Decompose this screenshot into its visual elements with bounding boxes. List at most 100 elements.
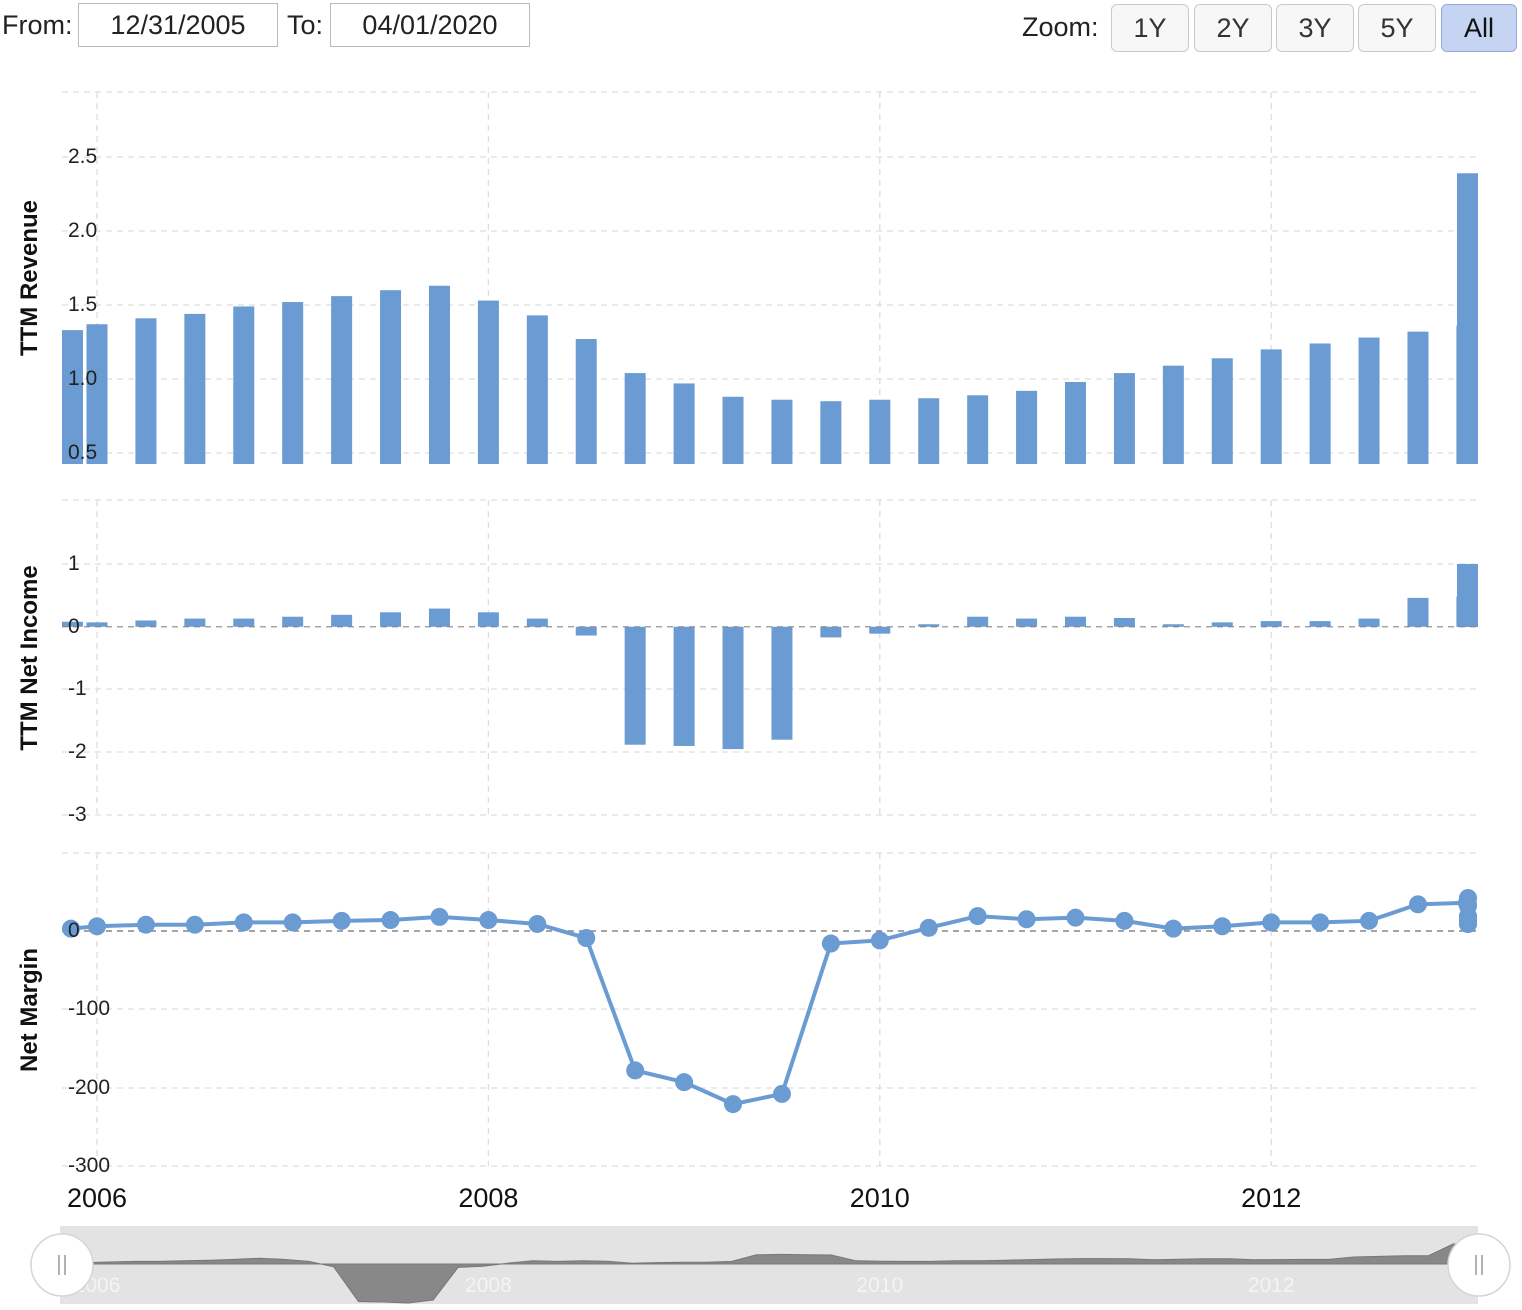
bar <box>380 290 402 464</box>
x-tick-label: 2008 <box>458 1183 518 1213</box>
bar <box>135 318 157 464</box>
bar <box>1162 365 1184 464</box>
bar <box>477 612 499 627</box>
data-point <box>234 913 253 932</box>
handle-circle <box>1447 1233 1511 1297</box>
data-point <box>1213 917 1232 936</box>
bar <box>233 306 255 464</box>
bar <box>869 626 891 634</box>
bar <box>1113 373 1135 464</box>
data-point <box>1311 913 1330 932</box>
bar <box>820 626 842 638</box>
y-axis-title: TTM Revenue <box>16 200 43 356</box>
bar <box>1016 390 1038 464</box>
data-point <box>1360 911 1379 930</box>
bar <box>331 296 353 464</box>
y-tick-label: 0 <box>68 615 80 638</box>
data-point <box>430 907 449 926</box>
handle-circle <box>30 1233 94 1297</box>
navigator[interactable]: 2006200820102012201420162018 <box>30 1226 1522 1304</box>
data-point <box>870 931 889 950</box>
bar <box>1358 337 1380 464</box>
data-point <box>381 911 400 930</box>
bar <box>331 614 353 627</box>
data-point <box>528 914 547 933</box>
bar <box>1457 564 1478 627</box>
y-tick-label: 0.5 <box>68 441 97 464</box>
y-tick-label: 1 <box>68 552 80 575</box>
x-tick-label: 2010 <box>850 1183 910 1213</box>
y-axis-title: Net Margin <box>16 948 43 1072</box>
bar <box>575 626 597 636</box>
data-point <box>332 911 351 930</box>
bar <box>967 395 989 464</box>
data-point <box>626 1061 645 1080</box>
bar <box>1211 358 1233 464</box>
data-point <box>185 915 204 934</box>
bar <box>428 608 450 627</box>
x-tick-label: 2006 <box>67 1183 127 1213</box>
bar <box>477 300 499 464</box>
y-tick-label: 2.0 <box>68 219 97 242</box>
data-point <box>577 929 596 948</box>
bar <box>624 373 646 464</box>
bar <box>1016 618 1038 627</box>
bar <box>86 622 108 627</box>
y-tick-label: 0 <box>68 919 80 942</box>
bar <box>918 398 940 464</box>
bar <box>869 399 891 464</box>
bar <box>1309 621 1331 627</box>
bar <box>1407 597 1429 627</box>
data-point <box>675 1073 694 1092</box>
data-point <box>1017 910 1036 929</box>
bar <box>1211 622 1233 627</box>
y-tick-label: -300 <box>68 1154 110 1177</box>
bar <box>967 616 989 627</box>
y-axis-title: TTM Net Income <box>16 565 43 750</box>
bar <box>135 620 157 627</box>
bar <box>233 618 255 627</box>
bar <box>722 626 744 750</box>
data-point <box>1262 913 1281 932</box>
bar <box>282 302 304 464</box>
x-axis: 20062008201020122014201620182020 <box>67 1183 1301 1213</box>
bar <box>1260 349 1282 464</box>
y-tick-label: -3 <box>68 803 87 826</box>
bar <box>1260 621 1282 627</box>
y-tick-label: 2.5 <box>68 145 97 168</box>
data-point <box>1459 889 1477 908</box>
y-tick-label: -2 <box>68 740 87 763</box>
net-margin-panel: Net Margin 0 -100 -200 -300 <box>16 889 1478 1177</box>
data-point <box>821 934 840 953</box>
financial-chart: TTM Revenue 0.5 1.0 1.5 2.0 2.5 TTM Net Incom… <box>16 91 1522 1304</box>
bar <box>428 285 450 464</box>
navigator-tick-label: 2012 <box>1248 1274 1295 1297</box>
bar <box>820 401 842 464</box>
y-tick-label: 1.0 <box>68 367 97 390</box>
data-point <box>919 918 938 937</box>
data-point <box>1459 907 1477 926</box>
bar <box>1407 331 1429 464</box>
series-line <box>70 898 1470 1107</box>
bar <box>673 383 695 464</box>
bar <box>184 313 206 464</box>
navigator-left-handle[interactable] <box>30 1233 94 1297</box>
bar <box>624 626 646 745</box>
data-point <box>1408 895 1427 914</box>
bar <box>1065 616 1086 627</box>
bar <box>1309 343 1331 464</box>
data-point <box>772 1084 791 1103</box>
data-point <box>1115 911 1134 930</box>
data-point <box>479 911 498 930</box>
navigator-right-handle[interactable] <box>1447 1233 1511 1297</box>
data-point <box>724 1095 743 1114</box>
x-tick-label: 2012 <box>1241 1183 1301 1213</box>
y-tick-label: -1 <box>68 677 87 700</box>
bar <box>771 399 793 464</box>
data-point <box>1066 908 1085 927</box>
navigator-tick-label: 2008 <box>465 1274 512 1297</box>
bar <box>526 618 548 627</box>
bar <box>1113 617 1135 627</box>
data-point <box>968 907 987 926</box>
bar <box>722 396 744 464</box>
